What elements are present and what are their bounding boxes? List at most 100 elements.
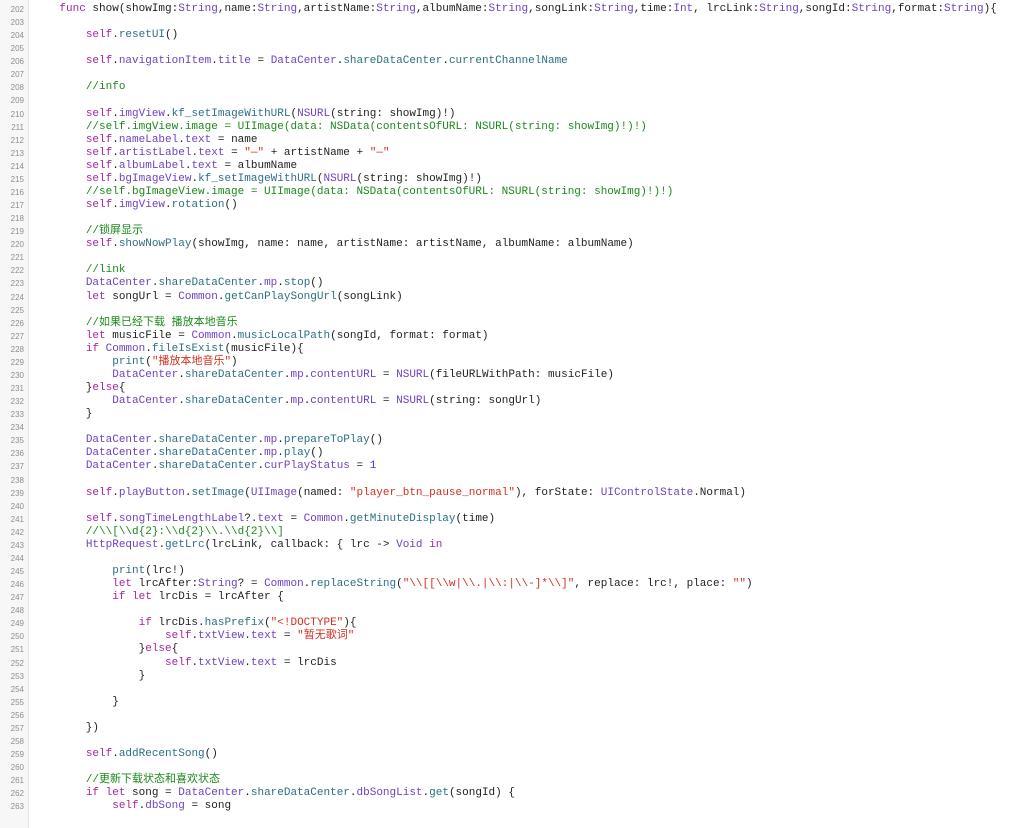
code-line[interactable]: 214 self.albumLabel.text = albumName <box>0 160 1019 173</box>
code-line[interactable]: 210 self.imgView.kf_setImageWithURL(NSUR… <box>0 108 1019 121</box>
code-line[interactable]: 241 self.songTimeLengthLabel?.text = Com… <box>0 513 1019 526</box>
code-line[interactable]: 213 self.artistLabel.text = "—" + artist… <box>0 147 1019 160</box>
code-line[interactable]: 218 <box>0 212 1019 225</box>
code-line[interactable]: 204 self.resetUI() <box>0 29 1019 42</box>
code-line[interactable]: 229 print("播放本地音乐") <box>0 356 1019 369</box>
code-line[interactable]: 260 <box>0 761 1019 774</box>
code-line[interactable]: 216 //self.bgImageView.image = UIImage(d… <box>0 186 1019 199</box>
code-line[interactable]: 240 <box>0 500 1019 513</box>
code-line[interactable]: 255 } <box>0 696 1019 709</box>
code-area[interactable]: 202 func show(showImg:String,name:String… <box>0 0 1019 828</box>
code-line[interactable]: 259 self.addRecentSong() <box>0 748 1019 761</box>
code-line[interactable]: 233 } <box>0 408 1019 421</box>
code-token: text <box>184 133 212 146</box>
code-line[interactable]: 236 DataCenter.shareDataCenter.mp.play() <box>0 447 1019 460</box>
code-line[interactable]: 245 print(lrc!) <box>0 565 1019 578</box>
code-line[interactable]: 261 //更新下载状态和喜欢状态 <box>0 774 1019 787</box>
code-line[interactable]: 226 //如果已经下载 播放本地音乐 <box>0 317 1019 330</box>
code-token: else <box>145 643 172 656</box>
code-line[interactable]: 209 <box>0 94 1019 107</box>
code-token: showNowPlay <box>118 238 192 251</box>
code-token: = lrcDis <box>277 656 337 669</box>
code-line[interactable]: 252 self.txtView.text = lrcDis <box>0 657 1019 670</box>
code-line[interactable]: 211 //self.imgView.image = UIImage(data:… <box>0 121 1019 134</box>
code-line[interactable]: 238 <box>0 474 1019 487</box>
code-line[interactable]: 253 } <box>0 670 1019 683</box>
code-token: getLrc <box>165 538 205 551</box>
code-line[interactable]: 243 HttpRequest.getLrc(lrcLink, callback… <box>0 539 1019 552</box>
code-line[interactable]: 215 self.bgImageView.kf_setImageWithURL(… <box>0 173 1019 186</box>
code-line[interactable]: 220 self.showNowPlay(showImg, name: name… <box>0 238 1019 251</box>
code-line[interactable]: 231 }else{ <box>0 382 1019 395</box>
code-line[interactable]: 246 let lrcAfter:String? = Common.replac… <box>0 578 1019 591</box>
code-token: ?. <box>244 512 258 525</box>
code-line[interactable]: 239 self.playButton.setImage(UIImage(nam… <box>0 487 1019 500</box>
code-line[interactable]: 227 let musicFile = Common.musicLocalPat… <box>0 330 1019 343</box>
code-line[interactable]: 205 <box>0 42 1019 55</box>
code-line[interactable]: 249 if lrcDis.hasPrefix("<!DOCTYPE"){ <box>0 617 1019 630</box>
code-line[interactable]: 230 DataCenter.shareDataCenter.mp.conten… <box>0 369 1019 382</box>
code-line[interactable]: 203 <box>0 16 1019 29</box>
line-number: 248 <box>10 606 24 616</box>
code-line[interactable]: 244 <box>0 552 1019 565</box>
code-token: NSURL <box>297 107 331 120</box>
code-line[interactable]: 212 self.nameLabel.text = name <box>0 134 1019 147</box>
code-text: } <box>33 408 93 421</box>
code-line[interactable]: 256 <box>0 709 1019 722</box>
code-line[interactable]: 254 <box>0 683 1019 696</box>
code-token: self <box>85 55 113 68</box>
code-line[interactable]: 222 //link <box>0 264 1019 277</box>
code-line[interactable]: 235 DataCenter.shareDataCenter.mp.prepar… <box>0 434 1019 447</box>
code-line[interactable]: 208 //info <box>0 81 1019 94</box>
code-line[interactable]: 219 //锁屏显示 <box>0 225 1019 238</box>
code-line[interactable]: 221 <box>0 251 1019 264</box>
line-number: 244 <box>10 553 24 563</box>
line-number: 231 <box>10 384 24 394</box>
code-token: lrcDis = lrcAfter { <box>151 591 284 604</box>
code-text: let songUrl = Common.getCanPlaySongUrl(s… <box>33 291 403 304</box>
code-token: resetUI <box>118 29 166 42</box>
code-token: (songId) { <box>448 787 515 800</box>
code-line[interactable]: 202 func show(showImg:String,name:String… <box>0 3 1019 16</box>
code-line[interactable]: 223 DataCenter.shareDataCenter.mp.stop() <box>0 277 1019 290</box>
code-text: DataCenter.shareDataCenter.curPlayStatus… <box>33 460 377 473</box>
code-line[interactable]: 262 if let song = DataCenter.shareDataCe… <box>0 787 1019 800</box>
code-line[interactable]: 228 if Common.fileIsExist(musicFile){ <box>0 343 1019 356</box>
code-text: self.bgImageView.kf_setImageWithURL(NSUR… <box>33 173 482 186</box>
code-line[interactable]: 225 <box>0 304 1019 317</box>
code-token: NSURL <box>396 395 430 408</box>
code-line[interactable]: 217 self.imgView.rotation() <box>0 199 1019 212</box>
code-text: self.addRecentSong() <box>33 748 218 761</box>
code-line[interactable]: 237 DataCenter.shareDataCenter.curPlaySt… <box>0 460 1019 473</box>
code-token: = <box>224 146 245 159</box>
code-line[interactable]: 247 if let lrcDis = lrcAfter { <box>0 591 1019 604</box>
code-line[interactable]: 242 //\\[\\d{2}:\\d{2}\\.\\d{2}\\] <box>0 526 1019 539</box>
code-token: () <box>165 29 179 42</box>
code-line[interactable]: 248 <box>0 604 1019 617</box>
code-token: "<!DOCTYPE" <box>270 617 344 630</box>
code-editor[interactable]: 202 func show(showImg:String,name:String… <box>0 0 1019 828</box>
code-token: { <box>171 643 179 656</box>
code-token: self <box>85 29 113 42</box>
code-line[interactable]: 207 <box>0 68 1019 81</box>
code-line[interactable]: 234 <box>0 421 1019 434</box>
line-number: 206 <box>10 57 24 67</box>
code-line[interactable]: 258 <box>0 735 1019 748</box>
code-text: DataCenter.shareDataCenter.mp.contentURL… <box>33 369 614 382</box>
code-token: UIControlState <box>600 486 694 499</box>
code-token: String <box>759 3 799 15</box>
line-number: 261 <box>10 776 24 786</box>
line-number: 209 <box>10 96 24 106</box>
code-line[interactable]: 232 DataCenter.shareDataCenter.mp.conten… <box>0 395 1019 408</box>
code-line[interactable]: 251 }else{ <box>0 643 1019 656</box>
code-line[interactable]: 250 self.txtView.text = "暂无歌词" <box>0 630 1019 643</box>
code-line[interactable]: 224 let songUrl = Common.getCanPlaySongU… <box>0 291 1019 304</box>
code-line[interactable]: 257 }) <box>0 722 1019 735</box>
code-token: . <box>442 55 449 68</box>
code-line[interactable]: 263 self.dbSong = song <box>0 800 1019 813</box>
code-line[interactable]: 206 self.navigationItem.title = DataCent… <box>0 55 1019 68</box>
line-number: 237 <box>10 462 24 472</box>
